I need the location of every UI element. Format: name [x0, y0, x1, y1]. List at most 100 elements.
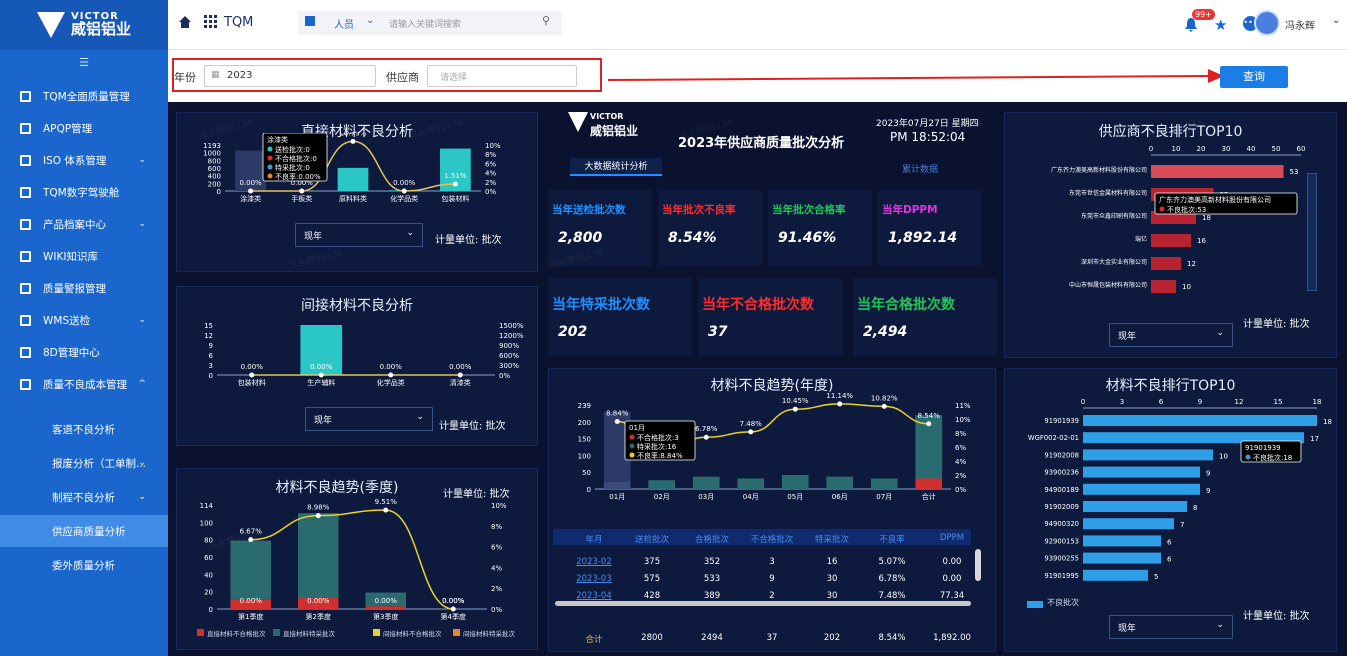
table-scrollbar[interactable]: [975, 549, 981, 581]
table-cell[interactable]: 2023-03: [565, 574, 623, 584]
menu-doc-icon: [20, 90, 31, 102]
home-icon[interactable]: [178, 15, 192, 29]
legend-label: 间接材料不合格批次: [383, 629, 442, 638]
sidebar-item-1[interactable]: APQP管理: [0, 112, 168, 144]
y2-tick-label: 6%: [491, 544, 502, 552]
sidebar-subitem-1[interactable]: 报废分析（工单制... ⌄: [0, 447, 168, 479]
panel-yearly-trend: 材料不良趋势(年度) 239 200 150 100 50 0 11% 10% 8% 6% 4% 2%…: [548, 368, 996, 652]
table-cell: 30: [826, 591, 838, 601]
kpi-card-large: 当年合格批次数 2,494: [853, 278, 997, 356]
sidebar-subitem-3[interactable]: 供应商质量分析: [0, 515, 168, 547]
search-input[interactable]: 请输入关键词搜索: [389, 17, 461, 30]
user-chevron-icon[interactable]: ⌄: [1332, 15, 1340, 26]
chevron-icon: ⌄: [138, 458, 146, 468]
sidebar-item-8[interactable]: 8D管理中心: [0, 336, 168, 368]
x-tick-label: 0: [1081, 398, 1085, 406]
rate-point: [383, 507, 389, 513]
star-icon[interactable]: ★: [1214, 16, 1227, 34]
rate-point: [248, 188, 254, 194]
value-label: 10: [1219, 452, 1228, 460]
sidebar-item-4[interactable]: 产品档案中心 ⌄: [0, 208, 168, 240]
y2-tick-label: 900%: [499, 342, 519, 350]
sidebar-item-6[interactable]: 质量警报管理: [0, 272, 168, 304]
material-label: 92900153: [1044, 537, 1079, 545]
sidebar-item-5[interactable]: WIKI知识库: [0, 240, 168, 272]
y2-tick-label: 8%: [485, 151, 496, 159]
tab-big-data[interactable]: 大数据统计分析: [570, 158, 662, 176]
sidebar-subitem-label: 报废分析（工单制...: [52, 457, 147, 470]
sidebar-subitem-0[interactable]: 客退不良分析: [0, 413, 168, 445]
tooltip-dot: [629, 452, 635, 458]
search-icon[interactable]: ⚲: [542, 14, 550, 27]
table-cell: 533: [703, 574, 721, 584]
table-cell: 不良率: [879, 535, 905, 545]
table-cell: 8.54%: [878, 633, 906, 643]
sidebar-item-0[interactable]: TQM全面质量管理: [0, 80, 168, 112]
center-time: PM 18:52:04: [890, 130, 966, 144]
period-select[interactable]: 现年 ⌄: [1109, 615, 1233, 639]
sidebar-item-2[interactable]: ISO 体系管理 ⌄: [0, 144, 168, 176]
kpi-value: 91.46%: [778, 230, 837, 246]
rate-label: 8.98%: [307, 504, 330, 512]
table-hscrollbar[interactable]: [555, 601, 971, 606]
rate-point: [792, 406, 798, 412]
sidebar-item-7[interactable]: WMS送检 ⌄: [0, 304, 168, 336]
supplier-label: 东莞市世信金属材料有限公司: [1069, 189, 1147, 197]
query-button[interactable]: 查询: [1220, 66, 1288, 88]
y2-tick-label: 0%: [491, 606, 502, 614]
year-field[interactable]: ▦ 2023: [204, 65, 376, 87]
user-name[interactable]: 冯永辉: [1285, 17, 1315, 32]
sidebar-item-label: TQM全面质量管理: [43, 90, 130, 103]
rate-point: [881, 403, 887, 409]
avatar[interactable]: [1254, 10, 1280, 36]
rate-point: [457, 372, 463, 378]
sidebar-subitem-label: 制程不良分析: [52, 491, 115, 504]
period-select[interactable]: 现年 ⌄: [305, 407, 433, 431]
tooltip-title: 涂漆类: [267, 135, 288, 144]
legend-swatch: [1027, 601, 1043, 608]
rate-label: 0.00%: [310, 363, 333, 371]
vertical-slider[interactable]: [1307, 173, 1317, 291]
y-tick-label: 3: [209, 362, 213, 370]
x-tick-label: 60: [1297, 145, 1306, 153]
tooltip-title: 91901939: [1245, 444, 1281, 452]
year-label: 年份: [174, 71, 196, 84]
kpi-value: 1,892.14: [888, 230, 958, 246]
brand-logo[interactable]: VICTOR 威铝铝业: [0, 0, 168, 50]
rate-point: [614, 418, 620, 424]
sidebar-item-9[interactable]: 质量不良成本管理 ^: [0, 368, 168, 400]
value-label: 6: [1167, 556, 1172, 564]
search-scope[interactable]: 人员: [334, 16, 354, 31]
table-cell: 7.48%: [878, 591, 906, 601]
kpi-value: 202: [558, 324, 588, 340]
x-tick-label: 15: [1274, 398, 1283, 406]
sidebar-subitem-4[interactable]: 委外质量分析: [0, 549, 168, 581]
x-tick-label: 04月: [743, 493, 759, 501]
bar: [648, 480, 676, 489]
sidebar-item-3[interactable]: TQM数字驾驶舱: [0, 176, 168, 208]
period-select[interactable]: 现年 ⌄: [1109, 323, 1233, 347]
apps-grid-icon[interactable]: [204, 15, 218, 29]
tab-cumulative[interactable]: 累计数据: [902, 162, 938, 175]
yearly-table: 年月 送检批次 合格批次 不合格批次 特采批次 不良率 DPPM 2023-02 375 352 3…: [553, 529, 971, 645]
x-tick-label: 清漆类: [450, 378, 471, 387]
supplier-select[interactable]: 请选择: [427, 65, 577, 87]
x-tick-label: 涂漆类: [240, 194, 261, 203]
rate-label: 8.84%: [606, 409, 629, 417]
bar: [298, 513, 339, 599]
supplier-placeholder: 请选择: [440, 73, 468, 83]
menu-doc-icon: [20, 346, 31, 358]
bar: [1083, 552, 1161, 564]
period-select[interactable]: 现年 ⌄: [295, 223, 423, 247]
x-tick-label: 第4季度: [441, 612, 466, 621]
search-box[interactable]: 人员 ⌄ 请输入关键词搜索 ⚲: [298, 11, 562, 35]
material-label: 93900255: [1044, 555, 1079, 563]
y2-tick-label: 1200%: [499, 332, 524, 340]
table-cell[interactable]: 2023-04: [565, 591, 623, 601]
y2-tick-label: 4%: [955, 458, 966, 466]
x-tick-label: 10: [1172, 145, 1181, 153]
table-cell[interactable]: 2023-02: [565, 557, 623, 567]
filter-bar: 年份 ▦ 2023 供应商 请选择 查询: [168, 50, 1347, 102]
tooltip-dot: [629, 434, 635, 440]
menu-collapse-icon[interactable]: ☰: [0, 50, 168, 72]
